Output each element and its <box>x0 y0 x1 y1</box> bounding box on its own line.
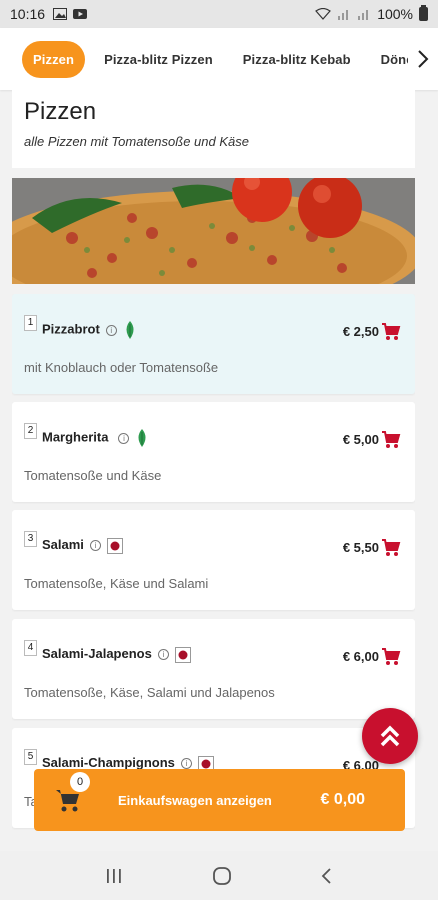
add-to-cart-icon[interactable] <box>381 430 401 450</box>
item-name: Salami <box>42 537 84 552</box>
item-description: Tomatensoße, Käse, Salami und Jalapenos <box>24 685 275 700</box>
category-description: alle Pizzen mit Tomatensoße und Käse <box>24 134 249 149</box>
menu-item[interactable]: 4 Salami-Jalapenos i € 6,00 Tomatensoße, … <box>12 619 415 719</box>
item-description: Tomatensoße und Käse <box>24 468 162 483</box>
status-bar: 10:16 100% <box>0 0 438 28</box>
vegetarian-leaf-icon <box>138 429 146 447</box>
category-header: Pizzen alle Pizzen mit Tomatensoße und K… <box>12 90 415 168</box>
battery-percent: 100% <box>377 6 413 22</box>
tab-pizza-blitz-kebab[interactable]: Pizza-blitz Kebab <box>232 42 362 77</box>
add-to-cart-icon[interactable] <box>381 538 401 558</box>
home-icon[interactable] <box>212 866 232 886</box>
menu-item[interactable]: 3 Salami i € 5,50 Tomatensoße, Käse und S… <box>12 510 415 610</box>
item-name: Salami-Champignons <box>42 755 175 770</box>
item-number: 5 <box>24 749 37 765</box>
meat-dot-icon <box>106 537 123 554</box>
signal-icon-2 <box>358 10 369 20</box>
item-price: € 6,00 <box>342 649 379 664</box>
menu-list: Pizzen alle Pizzen mit Tomatensoße und K… <box>12 90 415 850</box>
vegetarian-leaf-icon <box>126 321 134 339</box>
system-nav-bar <box>0 851 438 900</box>
info-icon[interactable]: i <box>180 758 192 770</box>
info-icon[interactable]: i <box>118 432 130 444</box>
info-icon[interactable]: i <box>157 649 169 661</box>
item-name: Salami-Jalapenos <box>42 646 152 661</box>
battery-icon <box>419 5 428 21</box>
status-time: 10:16 <box>10 6 46 22</box>
tab-pizza-blitz-pizzen[interactable]: Pizza-blitz Pizzen <box>93 42 224 77</box>
item-description: Tomatensoße, Käse und Salami <box>24 576 209 591</box>
shopping-cart-icon: 0 <box>54 772 90 814</box>
item-number: 1 <box>24 315 37 331</box>
info-icon[interactable]: i <box>89 540 101 552</box>
add-to-cart-icon[interactable] <box>381 647 401 667</box>
recent-apps-icon[interactable] <box>104 867 124 885</box>
show-cart-button[interactable]: 0 Einkaufswagen anzeigen € 0,00 <box>34 769 405 831</box>
wifi-icon <box>315 8 332 20</box>
item-price: € 5,50 <box>342 540 379 555</box>
scroll-to-top-button[interactable] <box>362 708 418 764</box>
cart-count-badge: 0 <box>70 772 90 792</box>
show-cart-label: Einkaufswagen anzeigen <box>118 792 272 808</box>
double-chevron-up-icon <box>380 725 400 747</box>
menu-item[interactable]: 2 Margherita i € 5,00 Tomatensoße und Käs… <box>12 402 415 502</box>
youtube-icon <box>73 9 88 19</box>
item-name: Margherita <box>42 429 109 445</box>
menu-item[interactable]: 1 Pizzabrot i € 2,50 mit Knoblauch oder T… <box>12 294 415 394</box>
back-icon[interactable] <box>320 867 334 885</box>
chevron-right-icon[interactable] <box>408 28 438 90</box>
item-description: mit Knoblauch oder Tomatensoße <box>24 360 219 375</box>
category-title: Pizzen <box>24 98 97 125</box>
signal-icon <box>338 10 349 20</box>
item-price: € 5,00 <box>342 432 379 447</box>
tab-pizzen[interactable]: Pizzen <box>22 40 86 78</box>
info-icon[interactable]: i <box>105 324 117 336</box>
meat-dot-icon <box>174 646 191 663</box>
gallery-icon <box>53 8 68 20</box>
item-price: € 2,50 <box>342 324 379 339</box>
item-number: 4 <box>24 640 37 656</box>
item-name: Pizzabrot <box>42 321 100 337</box>
cart-total: € 0,00 <box>320 791 365 808</box>
item-number: 2 <box>24 423 37 439</box>
category-image <box>12 178 415 284</box>
add-to-cart-icon[interactable] <box>381 322 401 342</box>
item-number: 3 <box>24 531 37 547</box>
category-tabs: Pizzen Pizza-blitz Pizzen Pizza-blitz Ke… <box>0 28 438 90</box>
